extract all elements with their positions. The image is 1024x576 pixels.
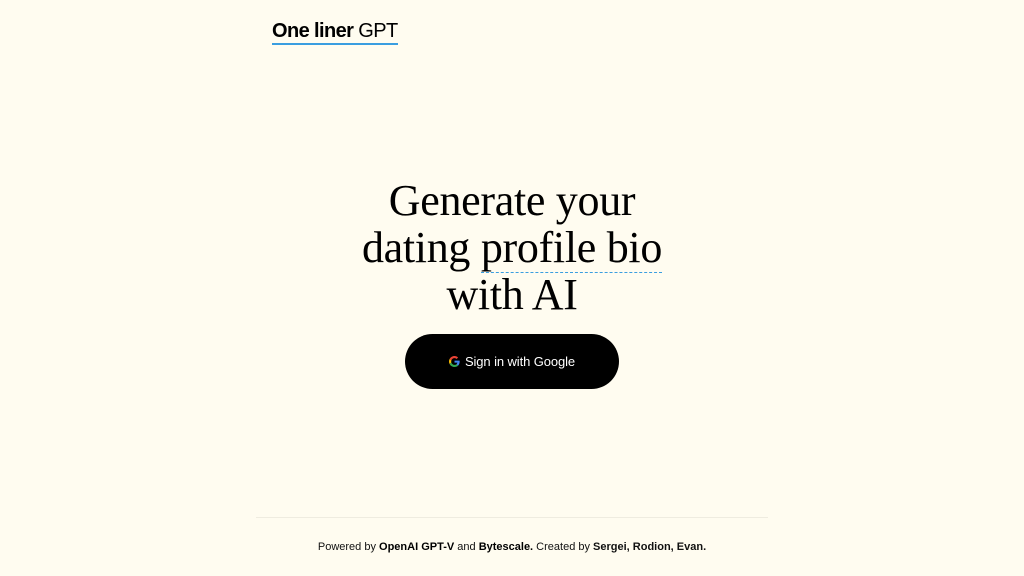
google-icon [448,356,460,367]
footer-authors: Sergei, Rodion, Evan. [593,541,707,553]
headline-highlight: profile bio [480,223,663,273]
footer-prefix: Powered by [317,541,380,553]
bytescale-link[interactable]: Bytescale. [479,541,533,553]
logo-bold-text: One liner [272,20,354,42]
logo-regular-text: GPT [353,20,398,42]
logo-link[interactable]: One liner GPT [272,19,398,45]
headline-line-2-prefix: dating [361,223,481,272]
sign-in-with-google-button[interactable]: Sign in with Google [405,334,619,389]
page: One liner GPT Generate your dating profi… [0,0,1024,576]
headline-line-3: with AI [446,270,578,319]
footer-and: and [454,541,479,553]
footer-divider [256,517,768,518]
hero-section: Generate your dating profile bio with AI [0,177,1024,318]
headline-line-2: dating profile bio [0,223,1024,273]
headline: Generate your dating profile bio with AI [0,177,1024,318]
openai-link[interactable]: OpenAI GPT-V [379,541,454,553]
footer: Powered by OpenAI GPT-V and Bytescale. C… [0,540,1024,554]
footer-created-by: Created by [533,541,594,553]
headline-line-1: Generate your [388,176,636,225]
sign-in-label: Sign in with Google [464,354,576,369]
